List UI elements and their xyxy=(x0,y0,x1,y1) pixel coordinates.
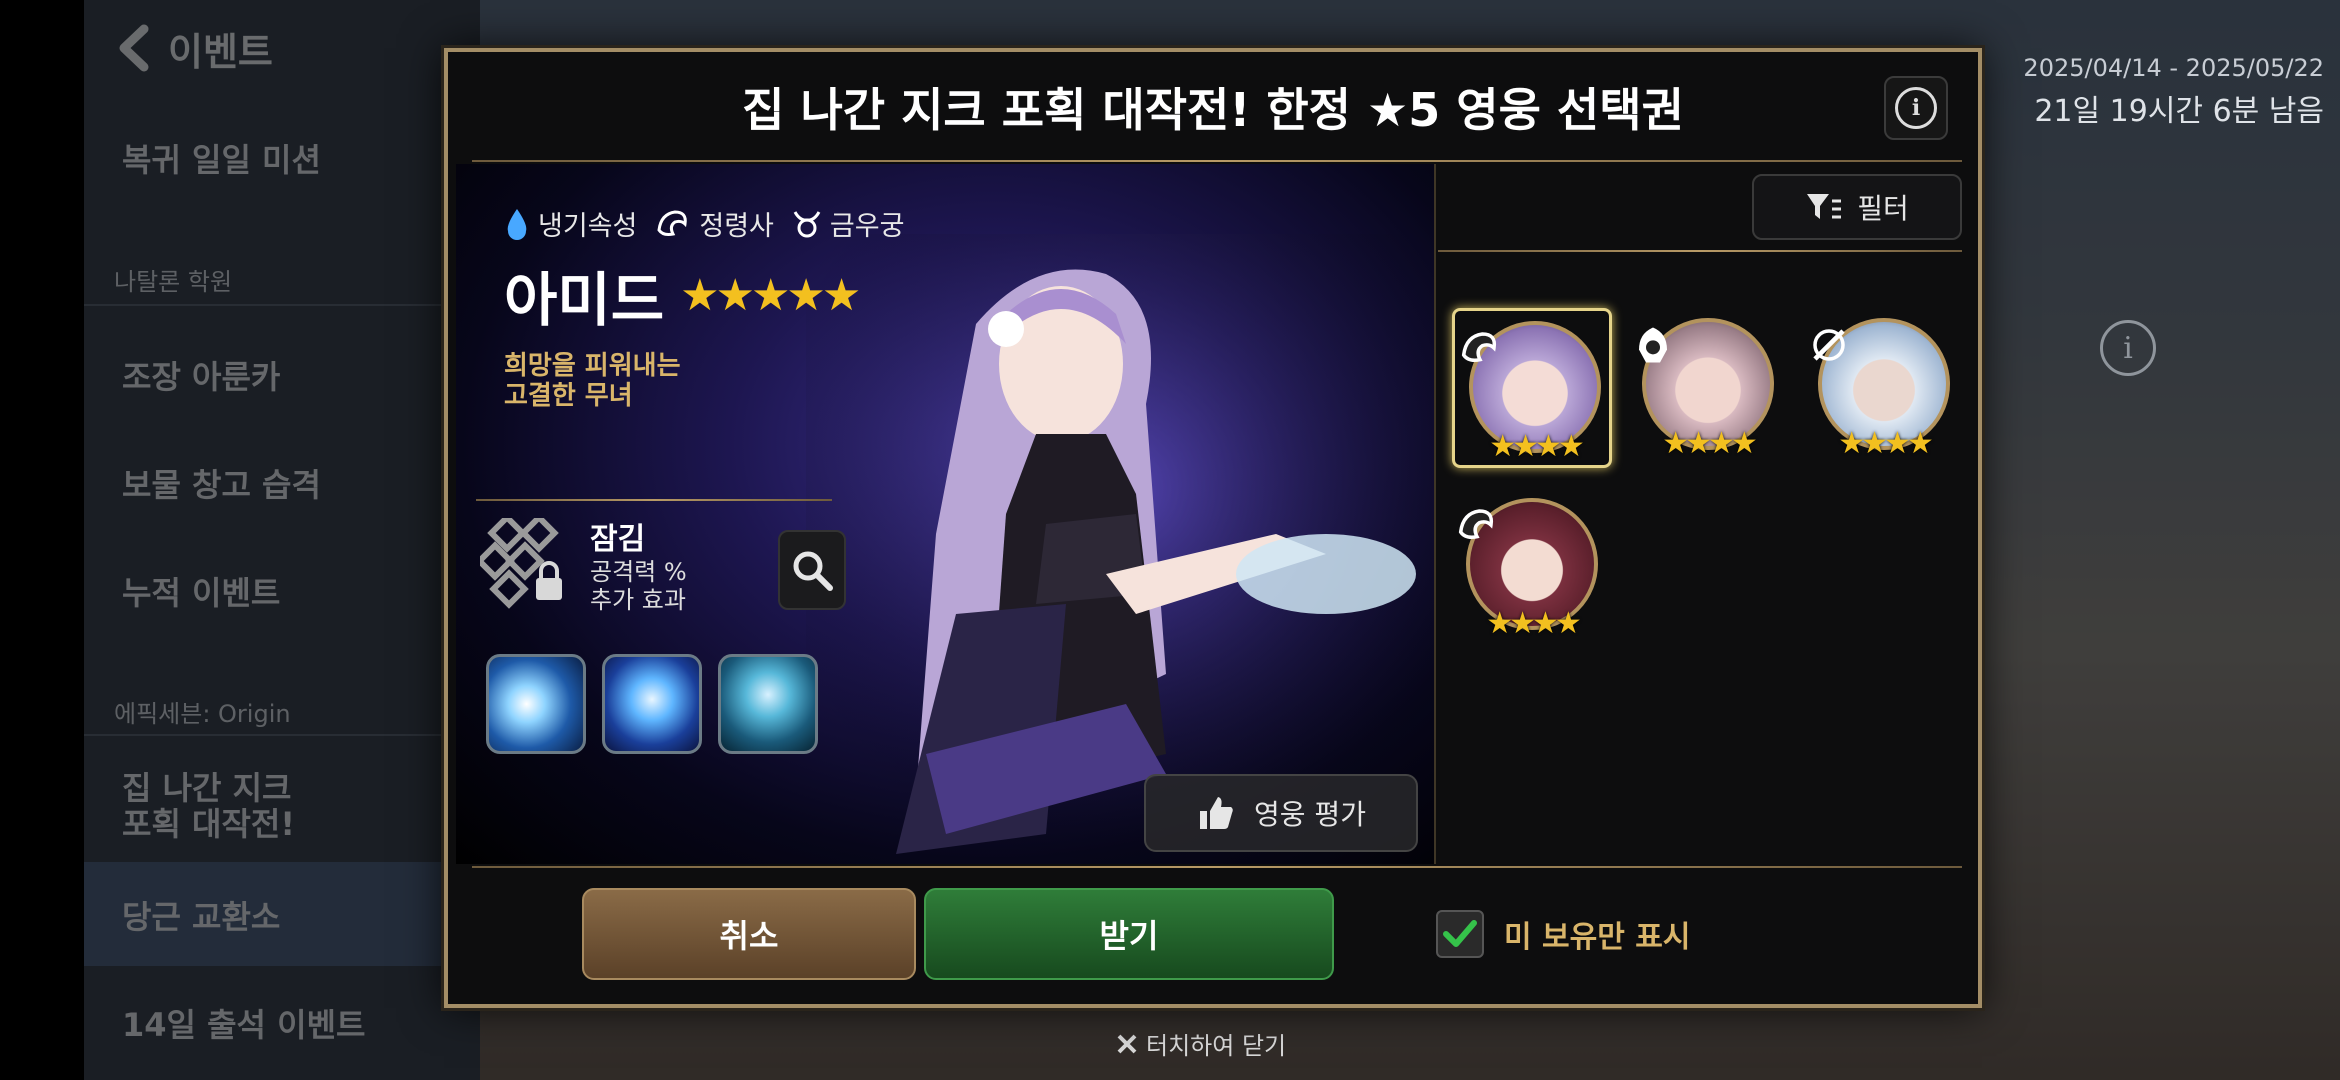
divider xyxy=(1434,164,1436,864)
soul-weaver-class-icon xyxy=(1461,332,1497,362)
divider xyxy=(472,866,1962,868)
close-hint-label: 터치하여 닫기 xyxy=(1146,1032,1287,1060)
thief-class-icon xyxy=(1639,327,1667,363)
dialog-title: 집 나간 지크 포획 대작전! 한정 ★5 영웅 선택권 xyxy=(742,83,1684,137)
page-title: 이벤트 xyxy=(168,29,273,74)
artifact-desc: 공격력 % xyxy=(590,558,687,586)
soul-weaver-class-icon xyxy=(1458,509,1494,539)
thumbs-up-icon xyxy=(1200,797,1233,829)
event-item[interactable]: 복귀 일일 미션 xyxy=(122,135,321,181)
divider xyxy=(84,734,480,736)
element-label: 냉기속성 xyxy=(538,211,638,242)
hero-info: 냉기속성 정령사 금우궁 아미드 ★★★★★ 희망을 피워내는 고결한 무녀 xyxy=(504,204,914,411)
artifact-row: 잠김 공격력 % 추가 효과 xyxy=(480,514,687,614)
portrait-amid[interactable]: ★★★★ xyxy=(1452,308,1612,468)
info-button[interactable]: i xyxy=(1884,76,1948,140)
skill-list xyxy=(486,654,818,754)
divider xyxy=(1438,250,1962,252)
back-button[interactable]: 이벤트 xyxy=(114,18,273,78)
filter-icon xyxy=(1807,194,1842,219)
portrait-hero-4[interactable]: ★★★★ xyxy=(1452,488,1612,648)
divider xyxy=(476,499,832,501)
checkmark-icon xyxy=(1443,920,1477,947)
back-arrow-icon xyxy=(119,24,149,72)
portrait-hero-2[interactable]: ★★★★ xyxy=(1628,308,1788,468)
skill-3-icon[interactable] xyxy=(718,654,818,754)
date-range: 2025/04/14 - 2025/05/22 xyxy=(2023,54,2324,82)
skill-1-icon[interactable] xyxy=(486,654,586,754)
artifact-detail-button[interactable] xyxy=(778,530,846,610)
portrait-stars: ★★★★ xyxy=(1838,426,1934,461)
soul-weaver-class-icon xyxy=(657,209,688,236)
unowned-only-label: 미 보유만 표시 xyxy=(1504,920,1691,955)
hero-stars: ★★★★★ xyxy=(680,269,861,321)
info-icon[interactable]: i xyxy=(2100,320,2156,376)
portrait-stars: ★★★★ xyxy=(1486,606,1582,641)
hero-preview: 냉기속성 정령사 금우궁 아미드 ★★★★★ 희망을 피워내는 고결한 무녀 잠… xyxy=(456,164,1434,864)
locked-artifact-icon xyxy=(480,518,562,609)
magnifier-icon xyxy=(793,551,833,591)
hero-name: 아미드 xyxy=(504,266,665,334)
close-hint[interactable]: 터치하여 닫기 xyxy=(1116,1026,1286,1061)
event-item[interactable]: 누적 이벤트 xyxy=(122,568,280,614)
artifact-title: 잠김 xyxy=(590,522,646,557)
artifact-text: 잠김 공격력 % 추가 효과 xyxy=(590,514,687,614)
artifact-desc: 추가 효과 xyxy=(590,586,686,614)
divider xyxy=(472,160,1962,162)
event-item[interactable]: 조장 아룬카 xyxy=(122,352,280,398)
event-item[interactable]: 14일 출석 이벤트 xyxy=(122,1000,365,1046)
hero-rating-label: 영웅 평가 xyxy=(1254,798,1366,831)
hero-subtitle: 희망을 피워내는 고결한 무녀 xyxy=(504,351,681,411)
portrait-hero-3[interactable]: ★★★★ xyxy=(1804,308,1964,468)
filter-button[interactable]: 필터 xyxy=(1752,174,1962,240)
close-icon xyxy=(1117,1034,1137,1053)
cancel-button[interactable]: 취소 xyxy=(582,888,916,980)
zodiac-label: 금우궁 xyxy=(829,211,905,242)
taurus-icon xyxy=(793,210,821,237)
portrait-stars: ★★★★ xyxy=(1662,426,1758,461)
hero-attributes: 냉기속성 정령사 금우궁 xyxy=(504,204,914,243)
mage-class-icon xyxy=(1813,329,1845,361)
event-item[interactable]: 집 나간 지크 포획 대작전! xyxy=(122,770,295,842)
hero-grid-panel: 필터 ★★★★ ★★★★ ★★★★ ★★★★ xyxy=(1438,164,1972,864)
hero-name-row: 아미드 ★★★★★ xyxy=(504,253,914,337)
event-group-label: 에픽세븐: Origin xyxy=(114,700,291,728)
event-group-label: 나탈론 학원 xyxy=(114,268,233,296)
skill-2-icon[interactable] xyxy=(602,654,702,754)
event-period: 2025/04/14 - 2025/05/22 21일 19시간 6분 남음 xyxy=(1995,54,2340,146)
class-label: 정령사 xyxy=(699,211,774,242)
event-sidebar: 이벤트 복귀 일일 미션 나탈론 학원 조장 아룬카 보물 창고 습격 누적 이… xyxy=(84,0,480,1080)
hero-rating-button[interactable]: 영웅 평가 xyxy=(1144,774,1418,852)
event-item[interactable]: 보물 창고 습격 xyxy=(122,460,321,506)
unowned-only-checkbox[interactable] xyxy=(1436,910,1484,958)
water-drop-icon xyxy=(507,208,527,240)
unowned-only-toggle[interactable]: 미 보유만 표시 xyxy=(1436,910,1691,958)
filter-label: 필터 xyxy=(1857,192,1909,225)
info-icon: i xyxy=(1895,87,1937,129)
event-item-active[interactable]: 당근 교환소 xyxy=(122,892,280,938)
portrait-stars: ★★★★ xyxy=(1489,429,1585,464)
divider xyxy=(84,304,480,306)
receive-button[interactable]: 받기 xyxy=(924,888,1334,980)
time-remaining: 21일 19시간 6분 남음 xyxy=(2034,94,2324,129)
hero-selection-dialog: 집 나간 지크 포획 대작전! 한정 ★5 영웅 선택권 i 냉기속성 정령사 … xyxy=(444,48,1982,1008)
